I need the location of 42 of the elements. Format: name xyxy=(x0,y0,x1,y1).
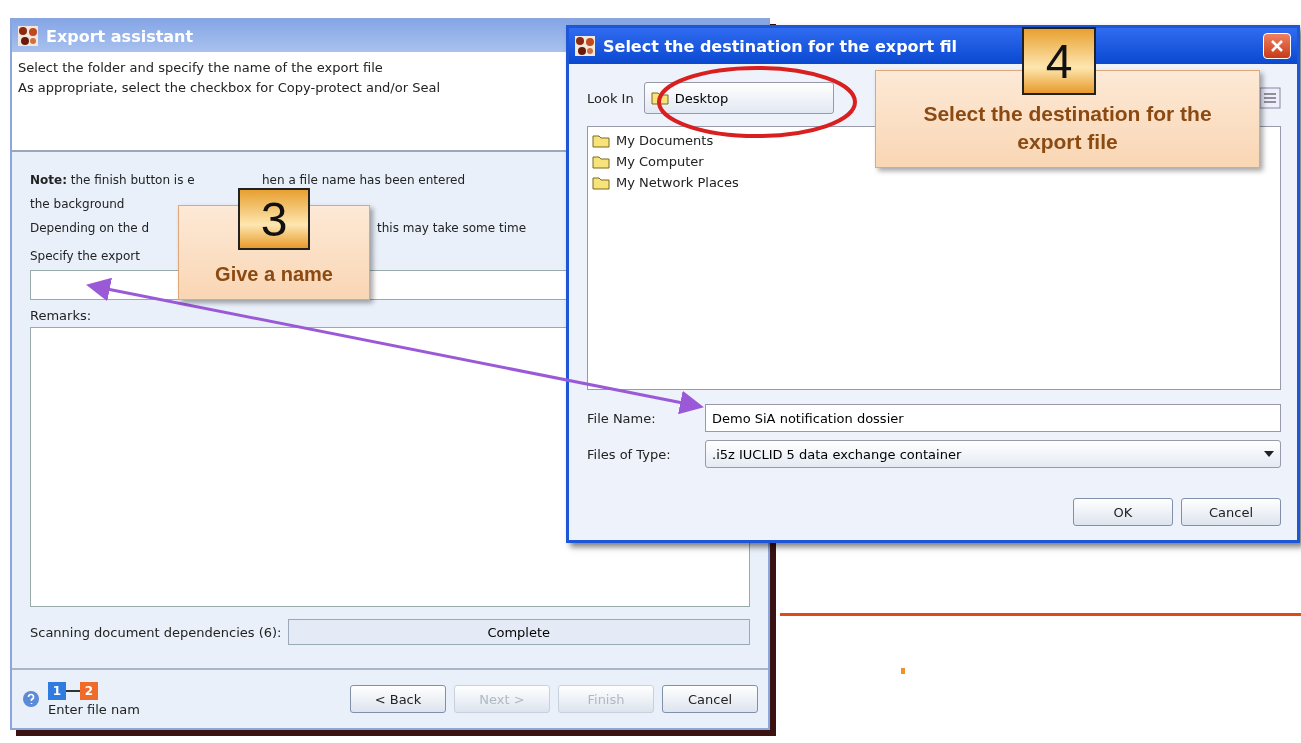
folder-icon xyxy=(592,175,610,190)
scanning-status: Complete xyxy=(287,619,750,645)
help-icon[interactable] xyxy=(22,690,40,708)
folder-icon xyxy=(650,91,669,105)
file-type-label: Files of Type: xyxy=(587,446,672,462)
app-logo-icon xyxy=(575,36,595,56)
accent-mark xyxy=(901,668,905,674)
folder-item[interactable]: My Documents xyxy=(592,133,714,148)
scanning-label: Scanning document dependencies (6): xyxy=(30,624,282,640)
dropdown-arrow-icon xyxy=(1264,451,1274,457)
window-title: Export assistant xyxy=(46,26,194,46)
step-connector-icon xyxy=(66,688,80,693)
note-text: Note: the finish button is e xyxy=(30,173,195,187)
dialog-title: Select the destination for the export fil xyxy=(603,36,958,56)
step-number: 3 xyxy=(238,188,310,250)
dialog-button[interactable]: OK xyxy=(1073,498,1173,526)
close-button[interactable] xyxy=(1263,33,1291,59)
close-icon xyxy=(1270,39,1284,53)
wizard-button[interactable]: < Back xyxy=(350,685,446,713)
instruction-text: Select the folder and specify the name of the export file xyxy=(18,59,384,77)
step-marker: 2 xyxy=(80,681,98,700)
note-text: Depending on the d xyxy=(30,221,150,235)
note-text: hen a file name has been entered xyxy=(262,173,466,187)
folder-icon xyxy=(592,154,610,169)
step-marker: 1 xyxy=(48,681,66,700)
file-name-input[interactable]: Demo SiA notification dossier xyxy=(705,404,1281,432)
app-logo-icon xyxy=(18,26,38,46)
dialog-button[interactable]: Cancel xyxy=(1181,498,1281,526)
look-in-dropdown[interactable]: Desktop xyxy=(643,82,834,114)
wizard-button[interactable]: Cancel xyxy=(662,685,758,713)
folder-item[interactable]: My Computer xyxy=(592,154,704,169)
look-in-label: Look In xyxy=(587,90,634,106)
folder-item[interactable]: My Network Places xyxy=(592,175,739,190)
note-text: the background xyxy=(30,197,125,211)
note-text: Specify the export xyxy=(30,249,140,263)
file-name-label: File Name: xyxy=(587,410,657,426)
list-view-icon[interactable] xyxy=(1259,87,1281,109)
note-text: this may take some time xyxy=(377,221,527,235)
folder-icon xyxy=(592,133,610,148)
file-type-dropdown[interactable]: .i5z IUCLID 5 data exchange container xyxy=(705,440,1281,468)
status-text: Enter file nam xyxy=(48,701,140,717)
remarks-label: Remarks: xyxy=(30,308,93,323)
